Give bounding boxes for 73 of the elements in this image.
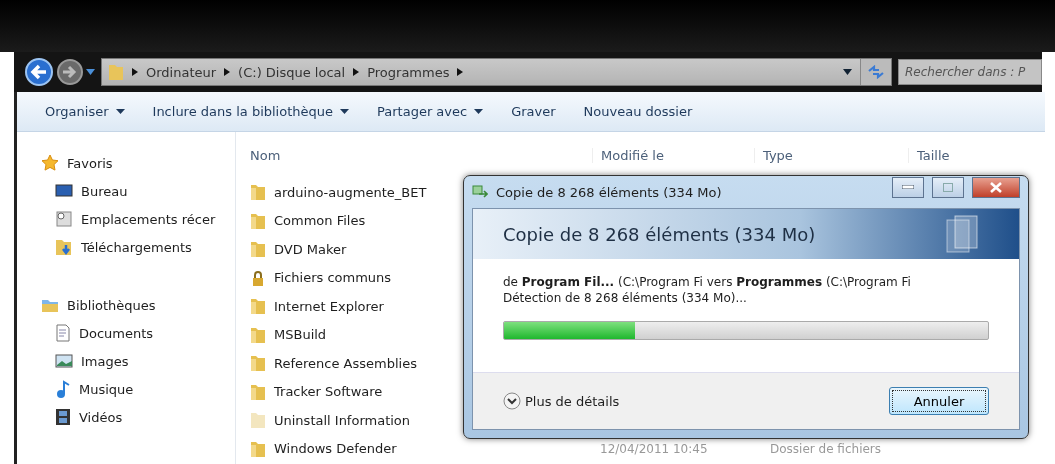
picture-icon — [55, 353, 73, 369]
sidebar-item[interactable]: Images — [17, 347, 235, 375]
folder-icon — [250, 183, 266, 202]
download-folder-icon — [55, 238, 73, 256]
pages-icon — [945, 214, 979, 254]
sidebar-item[interactable]: Téléchargements — [17, 233, 235, 261]
folder-icon — [250, 354, 266, 373]
column-header[interactable]: Modifié le — [592, 147, 754, 163]
film-icon — [55, 408, 71, 426]
maximize-button[interactable] — [932, 176, 964, 198]
chevron-icon — [353, 68, 360, 76]
chevron-down-icon — [503, 392, 521, 410]
forward-button[interactable] — [56, 58, 84, 86]
dialog-title: Copie de 8 268 éléments (334 Mo) — [496, 184, 722, 200]
status-text: Détection de 8 268 éléments (334 Mo)... — [503, 291, 748, 305]
minimize-icon — [902, 185, 914, 189]
history-dropdown-icon[interactable] — [86, 69, 95, 75]
folder-icon — [250, 411, 266, 430]
refresh-icon — [867, 65, 885, 79]
folder-icon — [250, 297, 266, 316]
maximize-icon — [943, 182, 953, 192]
sidebar-item[interactable]: Musique — [17, 375, 235, 403]
document-icon — [55, 324, 71, 342]
breadcrumb-item[interactable]: (C:) Disque local — [238, 64, 346, 80]
column-header[interactable]: Nom — [236, 147, 592, 163]
file-item[interactable]: MSBuild — [236, 325, 592, 344]
close-button[interactable] — [972, 176, 1020, 198]
padlock-icon — [250, 268, 266, 287]
toolbar-button[interactable]: Nouveau dossier — [569, 104, 707, 119]
address-bar[interactable]: Ordinateur (C:) Disque local Programmes — [101, 58, 892, 86]
toolbar-button[interactable]: Graver — [497, 104, 570, 119]
star-icon — [41, 154, 59, 172]
folder-icon — [250, 211, 266, 230]
sidebar-item[interactable]: Bureau — [17, 177, 235, 205]
sidebar-item[interactable]: Vidéos — [17, 403, 235, 431]
chevron-icon — [224, 68, 231, 76]
chevron-icon — [132, 68, 138, 76]
source-destination-text: de Program Fil... (C:\Program Fi vers Programmes (C:\Program Fi — [503, 275, 912, 289]
toolbar-button[interactable]: Inclure dans la bibliothèque — [138, 104, 363, 119]
column-header[interactable]: Type — [754, 147, 908, 163]
dropdown-icon[interactable] — [843, 69, 852, 75]
recent-places-icon — [55, 210, 73, 228]
folder-icon — [250, 439, 266, 458]
toolbar-button[interactable]: Organiser — [31, 104, 139, 119]
library-icon — [41, 297, 59, 313]
folder-icon — [250, 240, 266, 259]
back-button[interactable] — [24, 57, 54, 87]
folder-icon — [250, 325, 266, 344]
search-field[interactable]: Rechercher dans : P — [898, 59, 1042, 85]
breadcrumb-item[interactable]: Programmes — [367, 64, 450, 80]
sidebar-item[interactable]: Emplacements récer — [17, 205, 235, 233]
chevron-icon — [457, 68, 464, 76]
monitor-icon — [55, 183, 73, 199]
folder-icon — [250, 382, 266, 401]
music-note-icon — [55, 380, 71, 398]
folder-icon — [108, 63, 124, 81]
file-item[interactable]: Reference Assemblies — [236, 354, 592, 373]
table-cell-text: 12/04/2011 10:45 — [599, 441, 709, 456]
sidebar-group[interactable]: Favoris — [17, 149, 235, 177]
table-cell-text: Dossier de fichiers — [769, 441, 883, 456]
file-item[interactable]: Uninstall Information — [236, 411, 592, 430]
close-icon — [990, 181, 1002, 193]
file-item[interactable]: Windows Defender — [236, 439, 592, 458]
column-header[interactable]: Taille — [908, 147, 1008, 163]
sidebar-item[interactable]: Documents — [17, 319, 235, 347]
dialog-heading: Copie de 8 268 éléments (334 Mo) — [503, 223, 816, 245]
minimize-button[interactable] — [892, 176, 924, 198]
copy-icon — [472, 185, 488, 199]
breadcrumb-item[interactable]: Ordinateur — [146, 64, 217, 80]
sidebar-group[interactable]: Bibliothèques — [17, 291, 235, 319]
more-details-button[interactable]: Plus de détails — [503, 392, 620, 410]
toolbar-button[interactable]: Partager avec — [363, 104, 498, 119]
cancel-button[interactable]: Annuler — [889, 387, 989, 415]
